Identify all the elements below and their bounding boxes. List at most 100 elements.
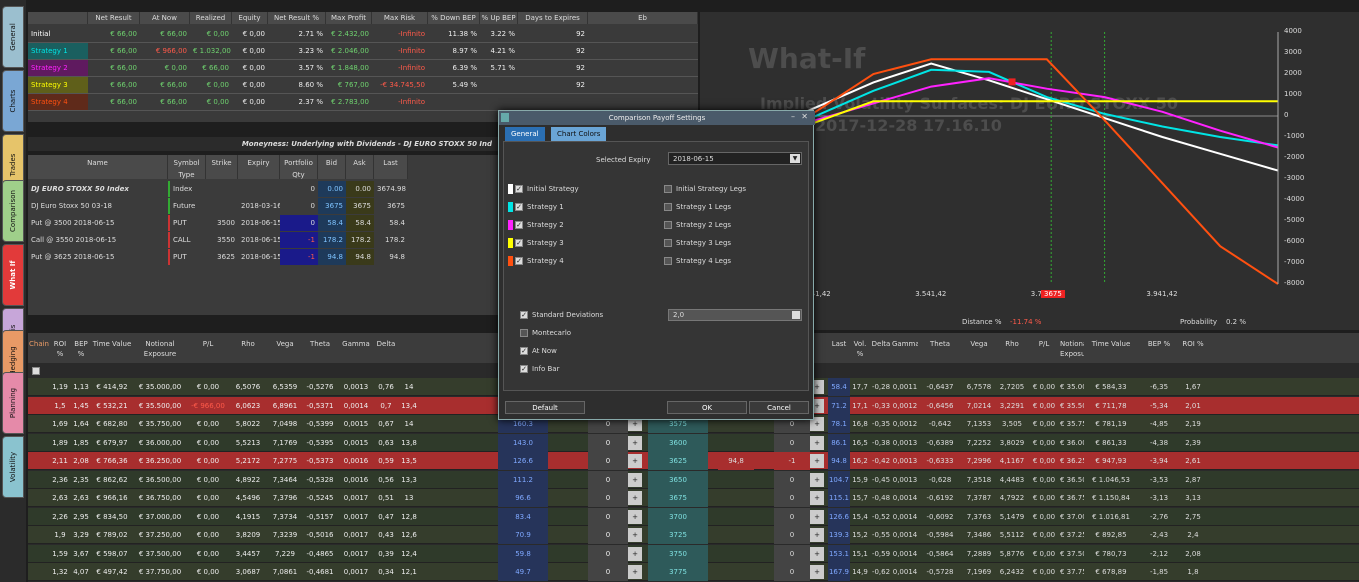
stepper-icon[interactable] (792, 311, 800, 319)
close-icon[interactable]: ✕ (801, 112, 808, 121)
put-stepper[interactable]: + (810, 528, 824, 542)
chain-cell: 7,2252 (966, 438, 992, 447)
legs-cell[interactable]: DJ Euro Stoxx 50 03-18 (28, 198, 168, 214)
put-qty-cell[interactable]: 0 (774, 470, 810, 489)
side-tab-general[interactable]: General (2, 6, 24, 68)
side-tab-volatility[interactable]: Volatility (2, 436, 24, 498)
side-tab-what-if[interactable]: What If (2, 244, 24, 306)
qty-stepper[interactable]: + (628, 491, 642, 505)
strategy-checkbox[interactable]: ✓ Strategy 4 (508, 256, 564, 267)
chain-row[interactable]: 2,36 2,35 € 862,62 € 36.500,00 € 0,00 4,8922 7… (28, 470, 1359, 489)
summary-row-name[interactable]: Initial (28, 26, 88, 42)
side-tab-charts[interactable]: Charts (2, 70, 24, 132)
chain-header: P/L (202, 340, 214, 348)
chain-row[interactable]: 2,26 2,95 € 834,50 € 37.000,00 € 0,00 4,1915 7… (28, 507, 1359, 526)
chain-cell: 0,0014 (892, 549, 918, 558)
std-dev-input[interactable]: 2,0 (668, 309, 802, 321)
ok-button[interactable]: OK (667, 401, 747, 414)
put-stepper[interactable]: + (810, 509, 824, 524)
chain-cell: 7,2996 (966, 457, 992, 465)
qty-stepper[interactable]: + (628, 454, 642, 468)
chain-row[interactable]: 1,9 3,29 € 789,02 € 37.250,00 € 0,00 3,8209 7,… (28, 526, 1359, 544)
default-button[interactable]: Default (505, 401, 585, 414)
side-tab-comparison[interactable]: Comparison (2, 180, 24, 242)
cancel-button[interactable]: Cancel (749, 401, 809, 414)
put-qty-cell[interactable]: 0 (774, 544, 810, 563)
chain-cell: 0,43 (378, 531, 394, 539)
strategy-checkbox[interactable]: ✓ Initial Strategy (508, 184, 579, 195)
montecarlo-checkbox[interactable]: Montecarlo (520, 328, 571, 339)
qty-stepper[interactable]: + (628, 528, 642, 542)
strategy-checkbox[interactable]: ✓ Strategy 1 (508, 202, 564, 213)
legs-cell[interactable]: Call @ 3550 2018-06-15 (28, 232, 168, 248)
chain-row[interactable]: 2,11 2,08 € 766,36 € 36.250,00 € 0,00 5,2172 7… (28, 452, 1359, 470)
qty-cell[interactable]: 0 (588, 544, 628, 563)
legs-cell[interactable]: Put @ 3625 2018-06-15 (28, 249, 168, 265)
qty-cell[interactable]: 0 (588, 433, 628, 452)
chain-row[interactable]: 1,59 3,67 € 598,07 € 37.500,00 € 0,00 3,4457 7… (28, 544, 1359, 563)
qty-cell[interactable]: 0 (588, 507, 628, 526)
minimize-icon[interactable]: – (791, 112, 795, 121)
chain-cell: -0,5399 (306, 420, 334, 428)
chain-row[interactable]: 2,63 2,63 € 966,16 € 36.750,00 € 0,00 4,5496 7… (28, 489, 1359, 507)
at-now-checkbox[interactable]: ✓ At Now (520, 346, 557, 357)
expiry-select[interactable]: 2018-06-15 ▼ (668, 152, 802, 165)
chain-cell: 3,2291 (999, 401, 1025, 410)
summary-row-name[interactable]: Strategy 1 (28, 43, 88, 59)
qty-cell[interactable]: 0 (588, 489, 628, 507)
put-qty-cell[interactable]: 0 (774, 489, 810, 507)
put-stepper[interactable]: + (810, 546, 824, 561)
side-tab-planning[interactable]: Planning (2, 372, 24, 434)
expand-icon[interactable] (32, 367, 40, 375)
chain-row[interactable]: 1,89 1,85 € 679,97 € 36.000,00 € 0,00 5,5213 7… (28, 433, 1359, 452)
chain-row[interactable]: 1,32 4,07 € 497,42 € 37.750,00 € 0,00 3,0687 7… (28, 563, 1359, 581)
summary-row-name[interactable]: Strategy 4 (28, 94, 88, 110)
put-stepper[interactable]: + (810, 565, 824, 579)
legs-checkbox[interactable]: Initial Strategy Legs (664, 184, 746, 195)
summary-cell: 92 (576, 81, 585, 89)
put-qty-cell[interactable]: -1 (774, 452, 810, 470)
qty-stepper[interactable]: + (628, 472, 642, 487)
legs-checkbox[interactable]: Strategy 1 Legs (664, 202, 731, 213)
chain-cell: 71.2 (828, 396, 850, 415)
chain-cell: 4,5496 (235, 494, 261, 502)
put-stepper[interactable]: + (810, 435, 824, 450)
legs-cell[interactable]: DJ EURO STOXX 50 Index (28, 181, 168, 197)
qty-cell[interactable]: 0 (588, 563, 628, 581)
chain-cell: € 0,00 (196, 549, 220, 558)
chain-cell: € 678,89 (1095, 568, 1127, 576)
std-dev-checkbox[interactable]: ✓ Standard Deviations (520, 310, 603, 321)
put-qty-cell[interactable]: 0 (774, 433, 810, 452)
qty-cell[interactable]: 0 (588, 452, 628, 470)
put-stepper[interactable]: + (810, 454, 824, 468)
legs-cell: 3674.98 (377, 185, 406, 193)
chain-cell: 12,1 (401, 568, 417, 576)
qty-stepper[interactable]: + (628, 565, 642, 579)
strategy-checkbox[interactable]: ✓ Strategy 3 (508, 238, 564, 249)
info-bar-checkbox[interactable]: ✓ Info Bar (520, 364, 559, 375)
legs-checkbox[interactable]: Strategy 4 Legs (664, 256, 731, 267)
summary-cell: 2.71 % (298, 30, 323, 38)
chain-header: Time Value (1091, 340, 1131, 348)
summary-header (28, 12, 88, 24)
dialog-tab-chart-colors[interactable]: Chart Colors (551, 127, 607, 141)
legs-checkbox[interactable]: Strategy 2 Legs (664, 220, 731, 231)
qty-stepper[interactable]: + (628, 435, 642, 450)
summary-row-name[interactable]: Strategy 3 (28, 77, 88, 93)
put-qty-cell[interactable]: 0 (774, 563, 810, 581)
chain-cell: -0,6092 (926, 512, 954, 521)
dialog-tab-general[interactable]: General (505, 127, 545, 141)
legs-checkbox[interactable]: Strategy 3 Legs (664, 238, 731, 249)
qty-cell[interactable]: 0 (588, 470, 628, 489)
legs-cell: 94.8 (318, 249, 346, 265)
strategy-checkbox[interactable]: ✓ Strategy 2 (508, 220, 564, 231)
qty-stepper[interactable]: + (628, 509, 642, 524)
put-qty-cell[interactable]: 0 (774, 526, 810, 544)
qty-stepper[interactable]: + (628, 546, 642, 561)
legs-cell[interactable]: Put @ 3500 2018-06-15 (28, 215, 168, 231)
put-qty-cell[interactable]: 0 (774, 507, 810, 526)
summary-row-name[interactable]: Strategy 2 (28, 60, 88, 76)
put-stepper[interactable]: + (810, 472, 824, 487)
put-stepper[interactable]: + (810, 491, 824, 505)
qty-cell[interactable]: 0 (588, 526, 628, 544)
